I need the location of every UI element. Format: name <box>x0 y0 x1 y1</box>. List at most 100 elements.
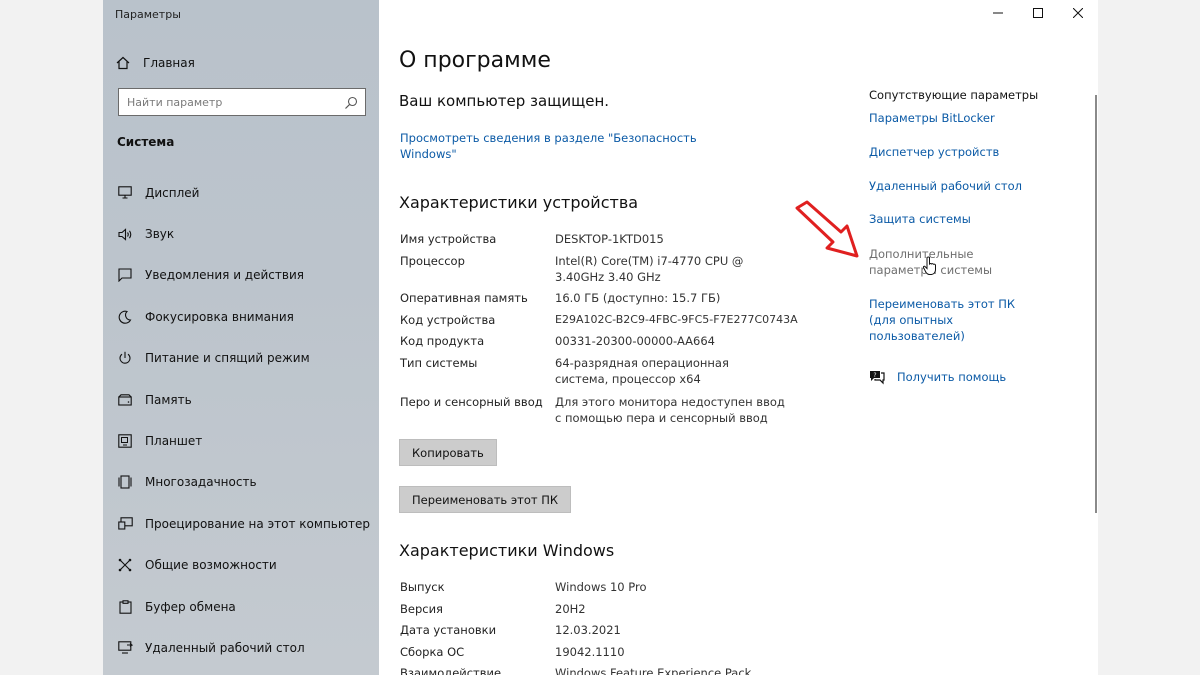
rename-pc-button[interactable]: Переименовать этот ПК <box>399 486 572 513</box>
spec-value: Для этого монитора недоступен ввод с пом… <box>555 395 785 425</box>
spec-key: Оперативная память <box>400 291 528 305</box>
sidebar-item-label: Дисплей <box>145 185 200 200</box>
rename-pc-advanced-link[interactable]: Переименовать этот ПК (для опытных польз… <box>869 296 1044 344</box>
related-settings-title: Сопутствующие параметры <box>869 88 1039 102</box>
page-title: О программе <box>399 48 551 73</box>
spec-value: 16.0 ГБ (доступно: 15.7 ГБ) <box>555 291 721 305</box>
multitasking-icon <box>117 474 133 490</box>
close-button[interactable] <box>1058 0 1098 26</box>
sidebar-item-display[interactable]: Дисплей <box>103 172 379 213</box>
sidebar-item-label: Многозадачность <box>145 475 257 490</box>
sidebar-item-clipboard[interactable]: Буфер обмена <box>103 586 379 627</box>
home-icon <box>115 55 131 71</box>
sidebar-item-sound[interactable]: Звук <box>103 213 379 254</box>
spec-key: Имя устройства <box>400 232 497 246</box>
search-box[interactable] <box>118 88 366 116</box>
shared-experiences-icon <box>117 557 133 573</box>
sidebar-item-notifications[interactable]: Уведомления и действия <box>103 255 379 296</box>
spec-value: 20H2 <box>555 601 586 616</box>
tablet-icon <box>117 433 133 449</box>
advanced-system-settings-link[interactable]: Дополнительные параметры системы <box>869 246 1044 278</box>
sidebar-item-label: Удаленный рабочий стол <box>145 640 305 655</box>
remote-desktop-icon <box>117 640 133 656</box>
sidebar-item-storage[interactable]: Память <box>103 379 379 420</box>
spec-value: Intel(R) Core(TM) i7-4770 CPU @ 3.40GHz … <box>555 254 744 284</box>
hand-cursor-icon <box>922 256 936 275</box>
bitlocker-settings-link[interactable]: Параметры BitLocker <box>869 110 1069 126</box>
sidebar-item-label: Уведомления и действия <box>145 268 304 283</box>
window-controls <box>978 0 1098 26</box>
spec-value: 19042.1110 <box>555 644 625 659</box>
spec-key: Дата установки <box>400 623 497 637</box>
get-help-link[interactable]: ? Получить помощь <box>869 369 1006 385</box>
background-right <box>1098 0 1200 675</box>
spec-value: 12.03.2021 <box>555 623 621 637</box>
minimize-button[interactable] <box>978 0 1018 26</box>
spec-value: Windows Feature Experience Pack <box>555 666 752 675</box>
section-title: Система <box>117 135 175 149</box>
minimize-icon <box>993 12 1003 14</box>
sidebar-item-label: Звук <box>145 227 175 242</box>
scrollbar[interactable] <box>1095 95 1097 513</box>
spec-value: DESKTOP-1KTD015 <box>555 232 664 246</box>
maximize-icon <box>1033 8 1043 18</box>
help-chat-icon: ? <box>869 369 885 385</box>
sidebar-item-label: Буфер обмена <box>145 599 236 614</box>
storage-icon <box>117 392 133 408</box>
sidebar-item-focus-assist[interactable]: Фокусировка внимания <box>103 296 379 337</box>
get-help-label: Получить помощь <box>897 370 1007 384</box>
sidebar: Параметры Главная Система Дисплей Звук У… <box>103 0 379 675</box>
spec-value: 00331-20300-00000-AA664 <box>555 334 715 348</box>
annotation-arrow-icon <box>795 200 859 258</box>
sidebar-item-label: Планшет <box>145 434 203 449</box>
windows-specs-heading: Характеристики Windows <box>399 541 615 560</box>
sidebar-item-shared-experiences[interactable]: Общие возможности <box>103 545 379 586</box>
spec-key: Процессор <box>400 254 465 268</box>
device-manager-link[interactable]: Диспетчер устройств <box>869 144 1069 160</box>
spec-value: Windows 10 Pro <box>555 580 647 594</box>
spec-key: Выпуск <box>400 580 445 594</box>
moon-icon <box>117 309 133 325</box>
spec-value: E29A102C-B2C9-4FBC-9FC5-F7E277C0743A <box>555 313 798 326</box>
sidebar-item-projecting[interactable]: Проецирование на этот компьютер <box>103 503 379 544</box>
close-icon <box>1073 8 1083 18</box>
spec-key: Версия <box>400 601 443 616</box>
clipboard-icon <box>117 599 133 615</box>
sidebar-item-label: Память <box>145 392 192 407</box>
spec-key: Сборка ОС <box>400 644 465 659</box>
spec-key: Код продукта <box>400 334 485 348</box>
search-icon[interactable] <box>344 95 358 109</box>
windows-security-link[interactable]: Просмотреть сведения в разделе "Безопасн… <box>400 130 700 162</box>
sidebar-item-label: Общие возможности <box>145 558 277 573</box>
sidebar-item-remote-desktop[interactable]: Удаленный рабочий стол <box>103 627 379 668</box>
sidebar-item-label: Фокусировка внимания <box>145 309 294 324</box>
notification-icon <box>117 267 133 283</box>
home-label: Главная <box>143 56 195 70</box>
projecting-icon <box>117 516 133 532</box>
sidebar-item-tablet[interactable]: Планшет <box>103 420 379 461</box>
spec-key: Взаимодействие <box>400 666 502 675</box>
protection-status: Ваш компьютер защищен. <box>399 92 610 110</box>
spec-value: 64-разрядная операционная система, проце… <box>555 356 729 386</box>
sidebar-item-power[interactable]: Питание и спящий режим <box>103 338 379 379</box>
monitor-icon <box>117 185 133 201</box>
spec-key: Тип системы <box>400 356 478 370</box>
svg-text:?: ? <box>873 372 876 379</box>
device-specs-heading: Характеристики устройства <box>399 193 639 212</box>
home-nav-item[interactable]: Главная <box>115 53 195 73</box>
system-protection-link[interactable]: Защита системы <box>869 211 1069 227</box>
spec-key: Код устройства <box>400 313 496 327</box>
remote-desktop-link[interactable]: Удаленный рабочий стол <box>869 178 1069 194</box>
sidebar-item-label: Проецирование на этот компьютер <box>145 516 370 531</box>
background-left <box>0 0 103 675</box>
nav-list: Дисплей Звук Уведомления и действия Фоку… <box>103 172 379 669</box>
sidebar-item-multitasking[interactable]: Многозадачность <box>103 462 379 503</box>
sidebar-item-label: Питание и спящий режим <box>145 351 310 366</box>
window-title: Параметры <box>115 8 181 21</box>
main-content: О программе Ваш компьютер защищен. Просм… <box>379 0 1098 675</box>
maximize-button[interactable] <box>1018 0 1058 26</box>
search-input[interactable] <box>127 95 337 109</box>
speaker-icon <box>117 226 133 242</box>
copy-button[interactable]: Копировать <box>399 439 497 466</box>
spec-key: Перо и сенсорный ввод <box>400 395 543 409</box>
